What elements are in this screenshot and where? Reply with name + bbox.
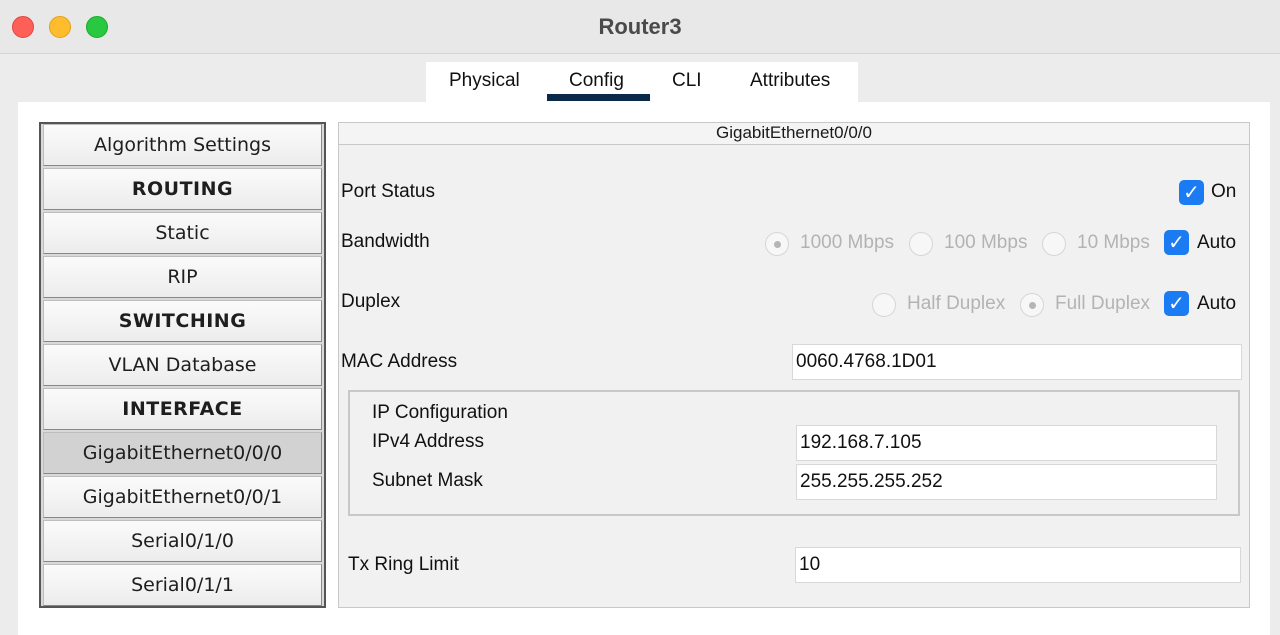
bandwidth-100-radio[interactable] xyxy=(909,232,933,256)
duplex-full-label: Full Duplex xyxy=(1055,293,1151,314)
sidebar: Algorithm Settings ROUTING Static RIP SW… xyxy=(39,122,326,608)
duplex-full-radio[interactable] xyxy=(1020,293,1044,317)
sidebar-item-rip[interactable]: RIP xyxy=(43,256,322,298)
ipv4-address-label: IPv4 Address xyxy=(372,431,484,452)
interface-panel: GigabitEthernet0/0/0 Port Status ✓ On Ba… xyxy=(338,122,1250,608)
mac-address-field[interactable]: 0060.4768.1D01 xyxy=(792,344,1242,380)
duplex-auto-label: Auto xyxy=(1197,293,1237,314)
tab-physical[interactable]: Physical xyxy=(449,70,520,92)
tab-attributes[interactable]: Attributes xyxy=(750,70,830,92)
sidebar-header-interface: INTERFACE xyxy=(43,388,322,430)
sidebar-item-algorithm-settings[interactable]: Algorithm Settings xyxy=(43,124,322,166)
tx-ring-limit-label: Tx Ring Limit xyxy=(348,554,459,575)
tab-bar: Physical Config CLI Attributes xyxy=(426,62,858,102)
subnet-mask-field[interactable]: 255.255.255.252 xyxy=(796,464,1217,500)
window-title: Router3 xyxy=(598,14,682,39)
bandwidth-10-radio[interactable] xyxy=(1042,232,1066,256)
sidebar-item-vlan-database[interactable]: VLAN Database xyxy=(43,344,322,386)
sidebar-item-gigabitethernet0-0-0[interactable]: GigabitEthernet0/0/0 xyxy=(43,432,322,474)
tab-config[interactable]: Config xyxy=(569,70,624,92)
sidebar-item-gigabitethernet0-0-1[interactable]: GigabitEthernet0/0/1 xyxy=(43,476,322,518)
duplex-auto-checkbox[interactable]: ✓ xyxy=(1164,291,1189,316)
sidebar-header-routing: ROUTING xyxy=(43,168,322,210)
sidebar-item-static[interactable]: Static xyxy=(43,212,322,254)
mac-address-label: MAC Address xyxy=(341,351,458,372)
ip-configuration-title: IP Configuration xyxy=(372,402,508,423)
bandwidth-1000-radio[interactable] xyxy=(765,232,789,256)
title-bar: Router3 xyxy=(0,0,1280,54)
bandwidth-auto-label: Auto xyxy=(1197,232,1237,253)
sidebar-item-serial0-1-0[interactable]: Serial0/1/0 xyxy=(43,520,322,562)
duplex-half-radio[interactable] xyxy=(872,293,896,317)
active-tab-indicator xyxy=(547,94,650,101)
panel-title: GigabitEthernet0/0/0 xyxy=(339,123,1249,145)
port-status-checkbox[interactable]: ✓ xyxy=(1179,180,1204,205)
bandwidth-1000-label: 1000 Mbps xyxy=(800,232,895,253)
ipv4-address-field[interactable]: 192.168.7.105 xyxy=(796,425,1217,461)
port-status-label: Port Status xyxy=(341,181,435,202)
bandwidth-auto-checkbox[interactable]: ✓ xyxy=(1164,230,1189,255)
sidebar-header-switching: SWITCHING xyxy=(43,300,322,342)
port-status-on-label: On xyxy=(1211,181,1237,202)
bandwidth-100-label: 100 Mbps xyxy=(944,232,1028,253)
sidebar-item-serial0-1-1[interactable]: Serial0/1/1 xyxy=(43,564,322,606)
bandwidth-label: Bandwidth xyxy=(341,231,430,252)
subnet-mask-label: Subnet Mask xyxy=(372,470,483,491)
bandwidth-10-label: 10 Mbps xyxy=(1077,232,1150,253)
tx-ring-limit-field[interactable]: 10 xyxy=(795,547,1241,583)
duplex-label: Duplex xyxy=(341,291,401,312)
tab-cli[interactable]: CLI xyxy=(672,70,702,92)
duplex-half-label: Half Duplex xyxy=(907,293,1006,314)
ip-configuration-group: IP Configuration IPv4 Address 192.168.7.… xyxy=(348,390,1240,516)
